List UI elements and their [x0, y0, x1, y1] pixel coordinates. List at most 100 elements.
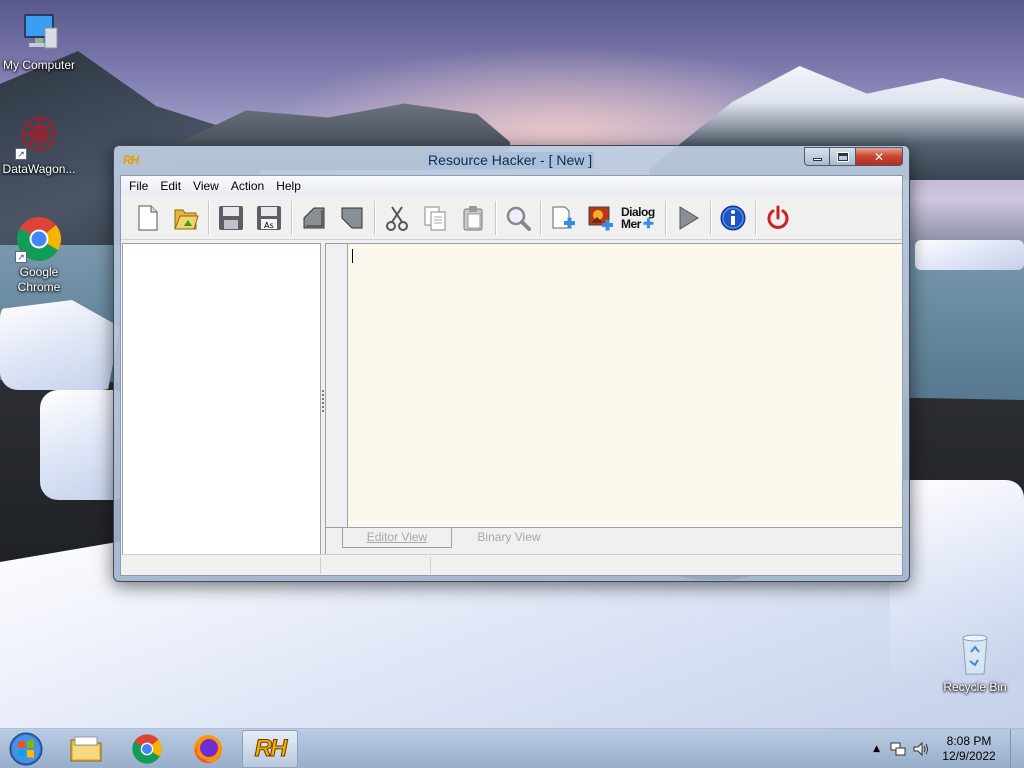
script-editor[interactable] — [348, 244, 902, 527]
forward-button[interactable] — [333, 199, 371, 237]
window-title: Resource Hacker - [ New ] — [426, 152, 595, 169]
menu-help[interactable]: Help — [270, 176, 307, 196]
find-button[interactable] — [499, 199, 537, 237]
maximize-icon — [836, 151, 849, 162]
back-button[interactable] — [295, 199, 333, 237]
desktop-icon-label: DataWagon... — [2, 162, 76, 176]
about-info-icon — [720, 205, 746, 230]
chrome-icon: ↗ — [15, 215, 63, 263]
desktop-icon-label: Google Chrome — [17, 265, 61, 294]
compile-run-button[interactable] — [669, 199, 707, 237]
recycle-bin-icon — [951, 630, 999, 678]
add-blank-resource-button[interactable] — [544, 199, 582, 237]
compile-run-icon — [679, 205, 699, 230]
dialog-merge-icon: Dialog Mer ✚ — [621, 204, 655, 231]
toolbar-separator — [208, 200, 209, 235]
status-bar — [121, 554, 902, 575]
menu-file[interactable]: File — [123, 176, 154, 196]
toolbar-separator — [291, 200, 292, 235]
view-tabs: Editor View Binary View — [325, 528, 903, 555]
maximize-button[interactable] — [830, 147, 856, 166]
search-icon — [506, 206, 531, 231]
computer-icon — [15, 8, 63, 56]
tab-binary-view[interactable]: Binary View — [454, 528, 564, 548]
close-button[interactable]: ✕ — [856, 147, 903, 166]
new-file-icon — [138, 205, 158, 230]
menu-edit[interactable]: Edit — [154, 176, 187, 196]
clock-date: 12/9/2022 — [942, 749, 996, 763]
save-icon — [219, 205, 243, 230]
resource-hacker-icon: RH — [254, 735, 288, 763]
save-as-button[interactable]: As — [250, 199, 288, 237]
paste-button[interactable] — [454, 199, 492, 237]
taskbar-firefox[interactable] — [180, 730, 236, 768]
title-bar[interactable]: RH Resource Hacker - [ New ] ✕ — [114, 146, 909, 176]
caption-buttons: ✕ — [804, 147, 903, 166]
toolbar-separator — [755, 200, 756, 235]
add-blank-resource-icon — [552, 206, 575, 228]
show-hidden-icons-icon[interactable]: ▲ — [873, 744, 880, 754]
resource-hacker-window: RH Resource Hacker - [ New ] ✕ File Edit… — [113, 145, 910, 582]
resource-tree-pane[interactable] — [122, 243, 321, 555]
firefox-icon — [194, 735, 222, 764]
taskbar-explorer[interactable] — [58, 730, 114, 768]
desktop-icon-label: My Computer — [2, 58, 76, 72]
desktop-icon-google-chrome[interactable]: ↗ Google Chrome — [0, 215, 80, 295]
system-tray: ▲ 8:08 PM 12/9/2022 — [873, 729, 1024, 768]
toolbar-separator — [710, 200, 711, 235]
paste-icon — [463, 205, 483, 230]
desktop-icon-label: Recycle Bin — [943, 680, 1007, 694]
chrome-icon — [132, 734, 162, 764]
toolbar-separator — [665, 200, 666, 235]
shortcut-arrow-icon: ↗ — [15, 251, 27, 263]
about-button[interactable] — [714, 199, 752, 237]
add-image-resource-icon — [588, 206, 613, 230]
tab-editor-view[interactable]: Editor View — [342, 528, 452, 548]
taskbar-resource-hacker[interactable]: RH — [242, 730, 298, 768]
menu-view[interactable]: View — [187, 176, 225, 196]
minimize-button[interactable] — [804, 147, 830, 166]
start-button[interactable] — [4, 730, 48, 768]
editor-gutter — [326, 244, 348, 527]
forward-icon — [341, 207, 363, 228]
wallpaper-ice — [915, 240, 1024, 270]
app-logo-icon: RH — [123, 153, 139, 167]
datawagon-icon: ↗ — [15, 112, 63, 160]
toolbar: As Dialog Mer ✚ — [121, 196, 902, 240]
show-desktop-button[interactable] — [1010, 729, 1024, 768]
new-file-button[interactable] — [129, 199, 167, 237]
copy-icon — [424, 206, 446, 230]
add-image-resource-button[interactable] — [582, 199, 620, 237]
minimize-icon — [812, 157, 822, 161]
exit-button[interactable] — [759, 199, 797, 237]
save-as-icon: As — [257, 205, 281, 230]
toolbar-separator — [540, 200, 541, 235]
desktop-icon-datawagon[interactable]: ↗ DataWagon... — [0, 112, 80, 177]
menu-action[interactable]: Action — [225, 176, 270, 196]
windows-start-icon — [9, 732, 43, 766]
svg-text:As: As — [264, 221, 274, 230]
toolbar-separator — [495, 200, 496, 235]
toolbar-separator — [374, 200, 375, 235]
cut-button[interactable] — [378, 199, 416, 237]
cut-icon — [386, 205, 408, 231]
shortcut-arrow-icon: ↗ — [15, 148, 27, 160]
volume-icon[interactable] — [912, 741, 930, 757]
splitter-grip-icon — [322, 390, 324, 412]
taskbar-chrome[interactable] — [119, 730, 175, 768]
back-icon — [303, 207, 325, 228]
open-file-button[interactable] — [167, 199, 205, 237]
network-icon[interactable] — [890, 741, 906, 757]
desktop-icon-recycle-bin[interactable]: Recycle Bin — [934, 630, 1016, 695]
open-file-icon — [174, 209, 199, 229]
dialog-merge-button[interactable]: Dialog Mer ✚ — [620, 199, 662, 237]
save-button[interactable] — [212, 199, 250, 237]
desktop-icon-my-computer[interactable]: My Computer — [0, 8, 80, 73]
copy-button[interactable] — [416, 199, 454, 237]
menu-bar: File Edit View Action Help — [121, 176, 902, 196]
status-segment — [321, 557, 431, 574]
clock[interactable]: 8:08 PM 12/9/2022 — [936, 734, 1002, 764]
window-client-area: File Edit View Action Help As Dialog Mer… — [120, 175, 903, 576]
taskbar: RH ▲ 8:08 PM 12/9/2022 — [0, 728, 1024, 768]
status-segment — [121, 557, 321, 574]
